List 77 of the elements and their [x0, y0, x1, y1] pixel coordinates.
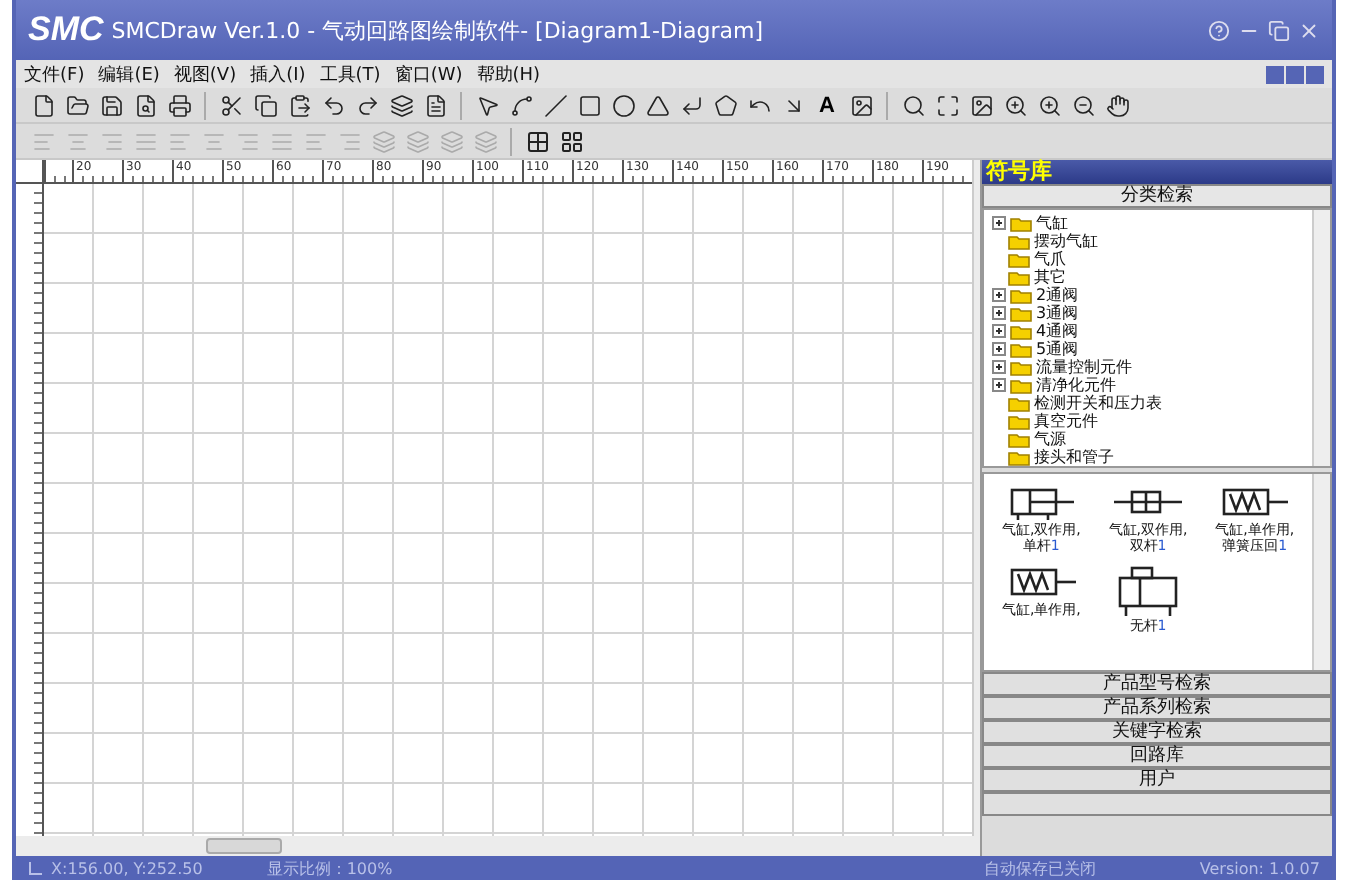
menu-item[interactable]: 帮助(H) — [476, 61, 541, 87]
vertical-scrollbar[interactable] — [1312, 210, 1330, 466]
search-panel-button[interactable]: 产品系列检索 — [982, 696, 1332, 720]
maximize-icon[interactable] — [932, 90, 962, 120]
help-icon[interactable] — [1208, 19, 1230, 41]
menu-item[interactable]: 文件(F) — [24, 61, 85, 87]
restore-icon[interactable] — [1286, 65, 1304, 83]
expand-icon[interactable] — [992, 306, 1006, 320]
search-panel-button[interactable]: 回路库 — [982, 744, 1332, 768]
circle-icon[interactable] — [608, 90, 638, 120]
tree-item[interactable]: 流量控制元件 — [1036, 358, 1132, 376]
folder-open-icon[interactable] — [62, 90, 92, 120]
scroll-thumb[interactable] — [206, 838, 282, 854]
tree-item[interactable]: 气源 — [1034, 430, 1066, 448]
expand-icon[interactable] — [992, 360, 1006, 374]
zoom-out-icon[interactable] — [1068, 90, 1098, 120]
spline-icon[interactable] — [506, 90, 536, 120]
tree-item[interactable]: 检测开关和压力表 — [1034, 394, 1162, 412]
autosave-status: 自动保存已关闭 — [984, 857, 1099, 879]
expand-icon[interactable] — [992, 342, 1006, 356]
expand-icon[interactable] — [992, 216, 1006, 230]
tree-item[interactable]: 真空元件 — [1034, 412, 1098, 430]
triangle-icon[interactable] — [642, 90, 672, 120]
expand-icon[interactable] — [992, 378, 1006, 392]
expand-icon[interactable] — [992, 324, 1006, 338]
menu-item[interactable]: 视图(V) — [173, 61, 237, 87]
search-panel-button[interactable]: 用户 — [982, 768, 1332, 792]
tree-item[interactable]: 4通阀 — [1036, 322, 1079, 340]
close-icon[interactable] — [1306, 65, 1324, 83]
tree-item[interactable]: 接头和管子 — [1034, 448, 1114, 466]
restore-icon[interactable] — [1268, 19, 1290, 41]
minimize-icon[interactable] — [1266, 65, 1284, 83]
zoom-in-icon[interactable] — [1034, 90, 1064, 120]
image-icon[interactable] — [846, 90, 876, 120]
vertical-scrollbar[interactable] — [972, 160, 980, 836]
hand-icon[interactable] — [1102, 90, 1132, 120]
cursor-coordinates: X:156.00, Y:252.50 — [51, 859, 205, 877]
copy-icon[interactable] — [250, 90, 280, 120]
image-icon[interactable] — [966, 90, 996, 120]
category-search-button[interactable]: 分类检索 — [982, 184, 1332, 208]
menu-item[interactable]: 插入(I) — [250, 61, 306, 87]
save-icon[interactable] — [96, 90, 126, 120]
tree-item[interactable]: 摆动气缸 — [1034, 232, 1098, 250]
zoom-in-icon[interactable] — [1000, 90, 1030, 120]
slash-icon[interactable] — [540, 90, 570, 120]
search-icon[interactable] — [898, 90, 928, 120]
horizontal-scrollbar[interactable] — [16, 836, 980, 856]
expand-icon[interactable] — [992, 288, 1006, 302]
version-label: Version: 1.0.07 — [1199, 859, 1320, 877]
layout-grid-icon[interactable] — [556, 126, 586, 156]
pentagon-icon[interactable] — [710, 90, 740, 120]
search-panel-button[interactable]: 关键字检索 — [982, 720, 1332, 744]
menu-item[interactable]: 编辑(E) — [98, 61, 160, 87]
search-panel-button[interactable]: 产品型号检索 — [982, 672, 1332, 696]
window-title: SMCDraw Ver.1.0 - 气动回路图绘制软件- [Diagram1-Diagram] — [111, 15, 766, 45]
menu-item[interactable]: 工具(T) — [319, 61, 381, 87]
printer-icon[interactable] — [164, 90, 194, 120]
grid-icon[interactable] — [522, 126, 552, 156]
tree-item[interactable]: 气爪 — [1034, 250, 1066, 268]
tree-item[interactable]: 2通阀 — [1036, 286, 1079, 304]
square-icon[interactable] — [574, 90, 604, 120]
tree-item[interactable]: 其它 — [1034, 268, 1066, 286]
cursor-icon — [28, 860, 44, 876]
app-logo: SMC — [28, 10, 104, 50]
text-tool-button[interactable]: A — [812, 90, 842, 120]
layers-icon[interactable] — [386, 90, 416, 120]
tree-item[interactable]: 5通阀 — [1036, 340, 1079, 358]
tree-item[interactable]: 气缸 — [1036, 214, 1068, 232]
panel-button[interactable] — [982, 792, 1332, 816]
panel-title: 符号库 — [982, 160, 1332, 184]
vertical-scrollbar[interactable] — [1312, 474, 1330, 670]
close-icon[interactable] — [1298, 19, 1320, 41]
zoom-level: 显示比例：100% — [266, 857, 395, 879]
menu-item[interactable]: 窗口(W) — [394, 61, 463, 87]
tree-item[interactable]: 清净化元件 — [1036, 376, 1116, 394]
tree-item[interactable]: 3通阀 — [1036, 304, 1079, 322]
scissors-icon[interactable] — [216, 90, 246, 120]
